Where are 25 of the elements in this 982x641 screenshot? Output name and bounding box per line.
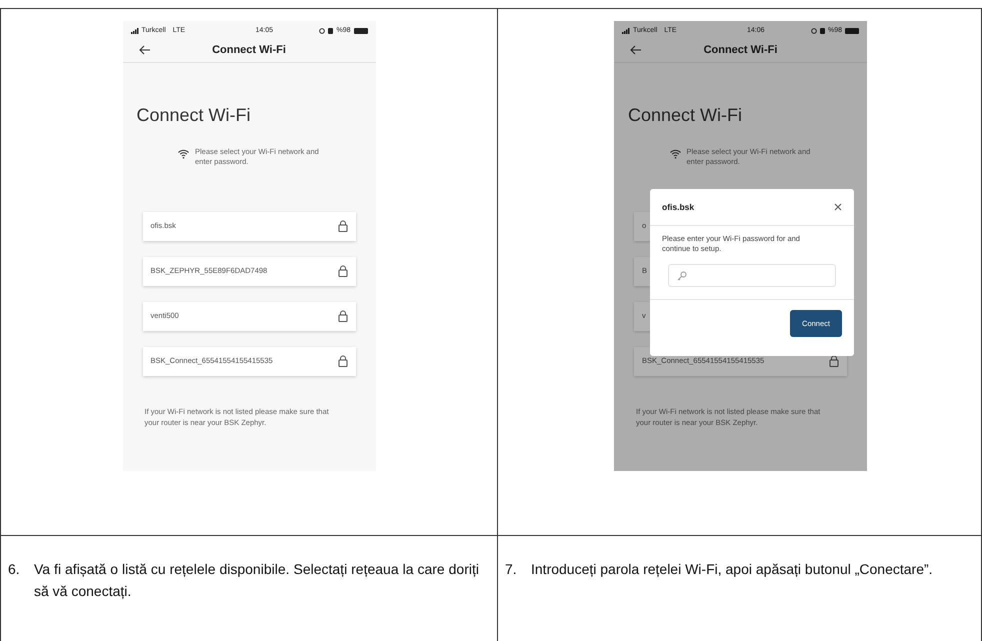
step-number: 7. — [505, 560, 518, 579]
step-number: 6. — [8, 560, 21, 579]
battery-icon — [354, 28, 368, 34]
lock-icon — [338, 355, 348, 367]
lock-icon — [829, 355, 839, 367]
battery-icon — [845, 28, 859, 34]
lock-icon — [338, 310, 348, 322]
wifi-icon — [670, 148, 680, 158]
back-arrow-icon[interactable] — [138, 45, 150, 55]
close-icon[interactable] — [834, 203, 842, 211]
dialog-title: ofis.bsk — [662, 200, 694, 214]
back-arrow-icon[interactable] — [630, 45, 642, 55]
password-field[interactable] — [668, 264, 836, 287]
header-title: Connect Wi-Fi — [702, 42, 778, 58]
wifi-icon — [178, 148, 189, 158]
step-text: Va fi afișată o listă cu rețelele disponibile. Selectați rețeaua la care doriți să vă conectați. — [34, 560, 479, 601]
page-heading: Connect Wi-Fi — [136, 104, 252, 126]
step-text: Introduceți parola rețelei Wi-Fi, apoi apăsați butonul „Conectare”. — [531, 560, 934, 579]
lock-icon — [338, 265, 348, 277]
signal-icon — [130, 28, 138, 34]
key-icon — [677, 270, 687, 280]
signal-icon — [622, 28, 630, 34]
page-heading: Connect Wi-Fi — [628, 104, 744, 126]
lock-icon — [338, 220, 348, 232]
header-title: Connect Wi-Fi — [211, 42, 287, 58]
